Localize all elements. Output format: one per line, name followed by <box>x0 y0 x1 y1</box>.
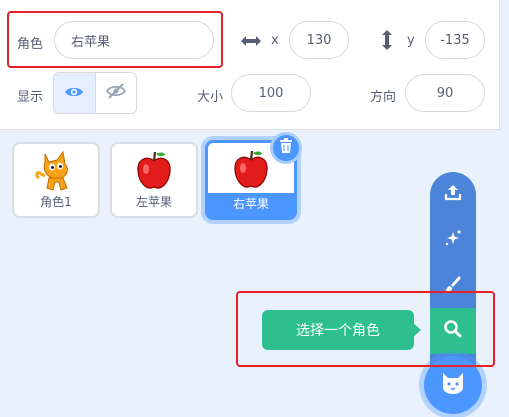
vertical-arrow-icon <box>380 29 394 55</box>
sprite-name: 左苹果 <box>135 195 172 209</box>
cat-icon <box>440 371 466 399</box>
hide-sprite-button[interactable] <box>96 73 137 113</box>
x-input[interactable]: 130 <box>289 21 349 59</box>
eye-icon <box>64 84 84 103</box>
horizontal-arrow-icon <box>240 33 262 52</box>
surprise-sprite-button[interactable] <box>430 220 476 260</box>
sprite-name: 角色1 <box>40 195 72 209</box>
direction-label: 方向 <box>370 90 397 105</box>
size-input[interactable]: 100 <box>231 74 311 112</box>
trash-icon <box>279 138 293 158</box>
cat-sprite-icon <box>14 148 98 194</box>
x-label: x <box>271 33 279 48</box>
visibility-toggle <box>53 72 137 114</box>
y-label: y <box>407 33 415 48</box>
surprise-icon <box>444 229 462 251</box>
upload-sprite-button[interactable] <box>430 174 476 214</box>
direction-input[interactable]: 90 <box>405 74 485 112</box>
show-sprite-button[interactable] <box>54 73 96 113</box>
show-label: 显示 <box>17 90 44 105</box>
annotation-highlight-search <box>236 291 495 367</box>
upload-icon <box>444 183 462 205</box>
y-input[interactable]: -135 <box>425 21 485 59</box>
annotation-highlight-name <box>7 11 223 68</box>
sprite-tile-cat[interactable]: 角色1 <box>12 142 100 218</box>
eye-slash-icon <box>105 83 126 103</box>
sprite-tile-left-apple[interactable]: 左苹果 <box>110 142 198 218</box>
apple-sprite-icon <box>112 148 196 194</box>
size-label: 大小 <box>197 90 224 105</box>
sprite-name: 右苹果 <box>232 197 269 211</box>
delete-sprite-button[interactable] <box>270 132 302 164</box>
